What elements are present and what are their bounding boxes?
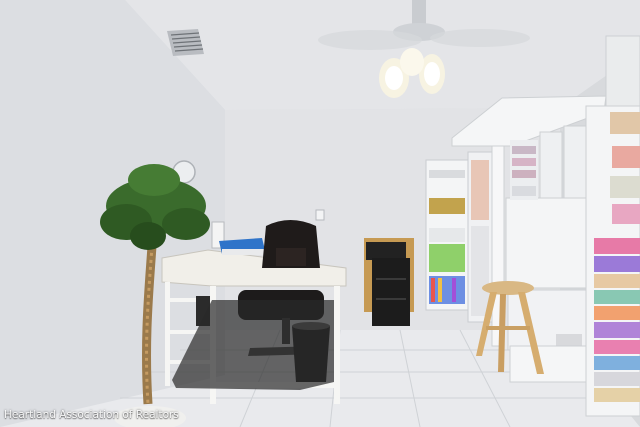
photo-scene: Heartland Association of Realtors	[0, 0, 640, 427]
wall-outlet	[315, 209, 325, 221]
craft-shelving-unit	[425, 151, 493, 323]
room-illustration	[0, 0, 640, 427]
watermark: Heartland Association of Realtors	[4, 409, 179, 421]
air-vent	[167, 29, 204, 56]
wastebasket	[292, 322, 330, 382]
